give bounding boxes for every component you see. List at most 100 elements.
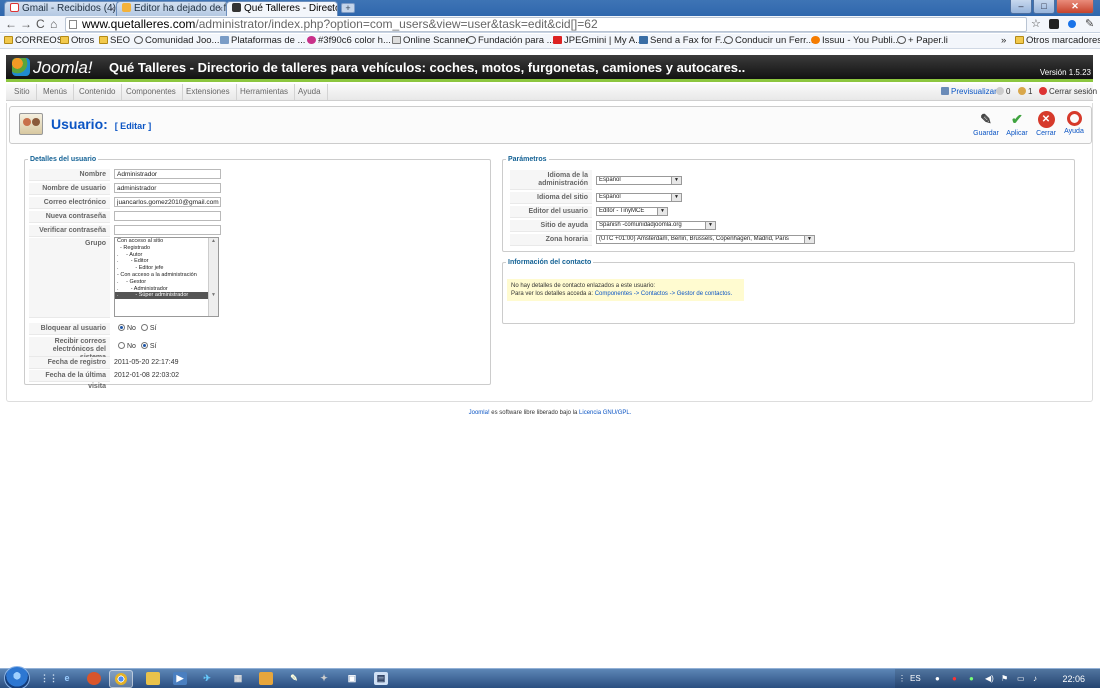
bookmark-item[interactable]: Issuu - You Publi... bbox=[811, 34, 901, 48]
extension-icon[interactable] bbox=[1049, 19, 1059, 29]
bookmark-item[interactable]: Plataformas de ... bbox=[220, 34, 305, 48]
language-indicator[interactable]: ES bbox=[910, 669, 921, 688]
taskbar-clock[interactable]: 22:06 bbox=[1062, 669, 1085, 688]
timezone-select[interactable]: (UTC +01:00) Amsterdam, Berlin, Brussels… bbox=[596, 235, 815, 244]
list-item[interactable]: . - Autor bbox=[115, 252, 218, 259]
close-button[interactable]: ✕ Cerrar bbox=[1031, 111, 1061, 137]
gpl-license-link[interactable]: Licencia GNU/GPL. bbox=[579, 410, 631, 416]
bookmark-item[interactable]: + Paper.li bbox=[897, 34, 948, 48]
close-window-button[interactable]: ✕ bbox=[1056, 0, 1094, 14]
list-item-selected[interactable]: . - Súper administrador bbox=[115, 292, 218, 300]
menu-contenido[interactable]: Contenido bbox=[73, 84, 123, 100]
list-item[interactable]: Con acceso al sitio bbox=[115, 238, 218, 245]
internet-explorer-icon[interactable]: e bbox=[60, 672, 74, 685]
reload-button[interactable]: C bbox=[36, 17, 45, 32]
folder-icon[interactable] bbox=[146, 672, 160, 685]
tab-editor[interactable]: Editor ha dejado de f × bbox=[116, 1, 228, 16]
emails-no-radio[interactable] bbox=[118, 342, 125, 349]
menu-menus[interactable]: Menús bbox=[37, 84, 75, 100]
list-item[interactable]: - Registrado bbox=[115, 245, 218, 252]
user-editor-select[interactable]: Editor - TinyMCE ▼ bbox=[596, 207, 668, 216]
bookmark-item[interactable]: Fundación para ... bbox=[467, 34, 555, 48]
maximize-button[interactable]: □ bbox=[1033, 0, 1055, 14]
address-bar[interactable]: www.quetalleres.com/administrator/index.… bbox=[65, 17, 1027, 32]
emails-yes-radio[interactable] bbox=[140, 342, 148, 349]
menu-sitio[interactable]: Sitio bbox=[8, 84, 37, 100]
show-desktop-icon[interactable]: ⋮⋮ bbox=[40, 672, 58, 685]
preview-link[interactable]: Previsualizar bbox=[941, 84, 997, 100]
listbox-scrollbar[interactable]: ▲ ▼ bbox=[208, 238, 218, 316]
bookmark-item[interactable]: #3f90c6 color h... bbox=[307, 34, 391, 48]
close-tab-icon[interactable]: × bbox=[328, 2, 333, 16]
menu-extensiones[interactable]: Extensiones bbox=[180, 84, 237, 100]
menu-herramientas[interactable]: Herramientas bbox=[234, 84, 296, 100]
users-count[interactable]: 1 bbox=[1018, 84, 1032, 100]
paint-icon[interactable]: ✎ bbox=[287, 672, 301, 685]
flag-icon[interactable]: ⚑ bbox=[1001, 669, 1008, 688]
home-button[interactable]: ⌂ bbox=[50, 17, 57, 32]
list-item[interactable]: . - Gestor bbox=[115, 279, 218, 286]
apply-button[interactable]: ✔ Aplicar bbox=[1002, 111, 1032, 137]
bookmark-item[interactable]: SEO bbox=[99, 34, 130, 48]
group-listbox[interactable]: Con acceso al sitio - Registrado . - Aut… bbox=[114, 237, 219, 317]
logout-link[interactable]: Cerrar sesión bbox=[1039, 84, 1097, 100]
block-no-radio[interactable] bbox=[118, 324, 125, 331]
close-tab-icon[interactable]: × bbox=[218, 2, 223, 16]
bookmark-item[interactable]: Send a Fax for F... bbox=[639, 34, 728, 48]
menu-ayuda[interactable]: Ayuda bbox=[292, 84, 328, 100]
save-button[interactable]: ✎ Guardar bbox=[971, 111, 1001, 137]
firefox-icon[interactable] bbox=[87, 672, 101, 685]
username-input[interactable] bbox=[114, 183, 221, 193]
network-icon[interactable]: ▭ bbox=[1017, 669, 1025, 688]
close-tab-icon[interactable]: × bbox=[110, 2, 115, 16]
list-item[interactable]: . - Editor jefe bbox=[115, 265, 218, 272]
document-icon[interactable]: ▤ bbox=[374, 672, 388, 685]
admin-language-select[interactable]: Español ▼ bbox=[596, 176, 682, 185]
bookmarks-overflow-button[interactable]: » bbox=[1001, 34, 1006, 48]
start-button[interactable] bbox=[4, 666, 30, 688]
notes-icon[interactable] bbox=[259, 672, 273, 685]
tools-icon[interactable]: ✦ bbox=[317, 672, 331, 685]
email-field[interactable] bbox=[114, 197, 221, 207]
name-input[interactable] bbox=[114, 169, 221, 179]
tray-icon[interactable]: ● bbox=[952, 669, 957, 688]
tab-gmail[interactable]: Gmail - Recibidos (4) × bbox=[4, 1, 120, 16]
joomla-link[interactable]: Joomla! bbox=[469, 410, 490, 416]
list-item[interactable]: . - Editor bbox=[115, 258, 218, 265]
verify-password-input[interactable] bbox=[114, 225, 221, 235]
messages-count[interactable]: 0 bbox=[996, 84, 1010, 100]
minimize-button[interactable]: – bbox=[1010, 0, 1032, 14]
help-button[interactable]: Ayuda bbox=[1059, 111, 1089, 135]
gallery-icon[interactable]: ▣ bbox=[345, 672, 359, 685]
bookmark-item[interactable]: JPEGmini | My A... bbox=[553, 34, 643, 48]
back-button[interactable]: ← bbox=[5, 17, 17, 32]
help-site-select[interactable]: Spanish -comunidadjoomla.org ▼ bbox=[596, 221, 716, 230]
messenger-icon[interactable]: ✈ bbox=[200, 672, 214, 685]
new-tab-button[interactable]: + bbox=[341, 3, 355, 13]
media-player-icon[interactable]: ▶ bbox=[173, 672, 187, 685]
site-language-select[interactable]: Español ▼ bbox=[596, 193, 682, 202]
tray-icon[interactable]: ● bbox=[969, 669, 974, 688]
forward-button[interactable]: → bbox=[20, 17, 32, 32]
new-password-input[interactable] bbox=[114, 211, 221, 221]
list-item[interactable]: . - Administrador bbox=[115, 286, 218, 293]
volume-icon[interactable]: ◀) bbox=[985, 669, 994, 688]
wrench-icon[interactable]: ✎ bbox=[1085, 17, 1094, 32]
tab-que-talleres[interactable]: Qué Talleres - Directo × bbox=[226, 1, 338, 16]
bookmark-item[interactable]: Comunidad Joo... bbox=[134, 34, 219, 48]
tray-icon[interactable]: ● bbox=[935, 669, 940, 688]
other-bookmarks[interactable]: Otros marcadores bbox=[1015, 34, 1100, 48]
list-item[interactable]: - Con acceso a la administración bbox=[115, 272, 218, 279]
calculator-icon[interactable]: ▦ bbox=[231, 672, 245, 685]
extension-dot-icon[interactable] bbox=[1068, 20, 1076, 28]
bookmark-item[interactable]: Online Scanner bbox=[392, 34, 468, 48]
block-yes-radio[interactable] bbox=[140, 324, 148, 331]
bookmark-item[interactable]: Otros bbox=[60, 34, 94, 48]
contacts-manager-link[interactable]: Componentes -> Contactos -> Gestor de co… bbox=[595, 291, 732, 297]
bookmark-item[interactable]: CORREOS bbox=[4, 34, 63, 48]
menu-componentes[interactable]: Componentes bbox=[120, 84, 183, 100]
bookmark-star-icon[interactable]: ☆ bbox=[1031, 17, 1041, 32]
chrome-taskbar-button[interactable] bbox=[109, 670, 133, 688]
bookmark-item[interactable]: Conducir un Ferr... bbox=[724, 34, 814, 48]
speaker-icon[interactable]: ♪ bbox=[1033, 669, 1037, 688]
